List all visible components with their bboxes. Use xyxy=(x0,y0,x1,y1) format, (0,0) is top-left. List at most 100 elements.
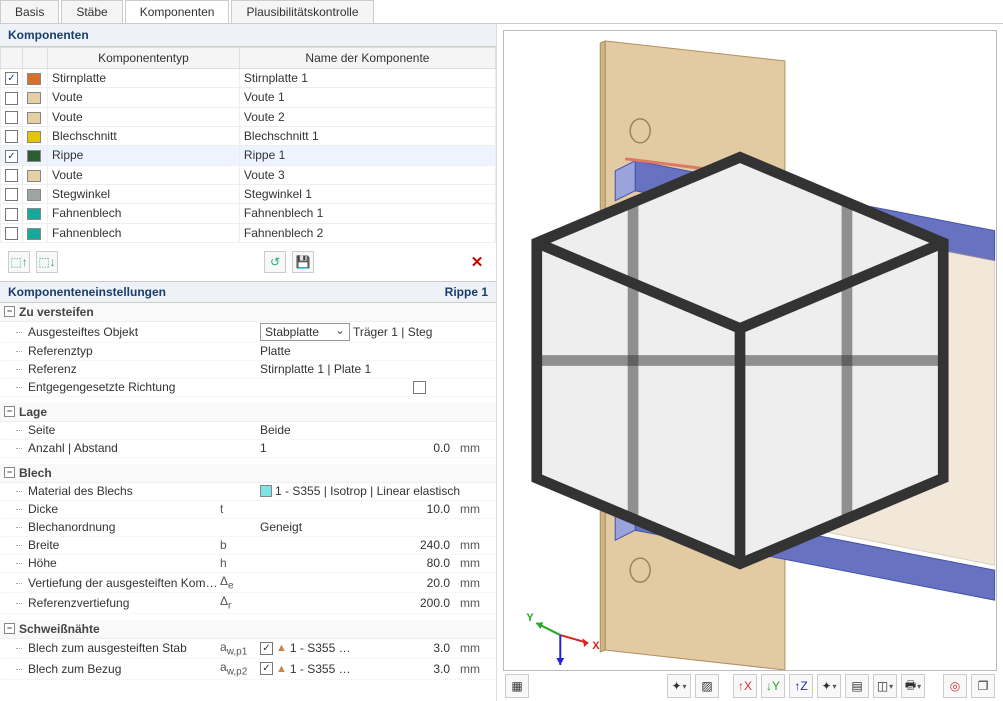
weld-material[interactable]: 1 - S355 … xyxy=(290,662,360,676)
col-type[interactable]: Komponententyp xyxy=(48,48,240,69)
weld-icon: ▲ xyxy=(276,642,287,654)
color-swatch xyxy=(27,170,41,182)
mini-toolbar: ⬚↑ ⬚↓ ↺ 💾 ✕ xyxy=(0,243,496,281)
view-y-button[interactable]: ↓Y xyxy=(761,674,785,698)
prop-row: BlechanordnungGeneigt xyxy=(0,519,496,537)
table-row[interactable]: VouteVoute 1 xyxy=(1,88,496,107)
row-type: Voute xyxy=(48,88,240,107)
row-type: Blechschnitt xyxy=(48,126,240,145)
delete-button[interactable]: ✕ xyxy=(466,251,488,273)
weld-icon: ▲ xyxy=(276,663,287,675)
value-field[interactable]: 10.0 xyxy=(260,502,456,516)
row-name: Blechschnitt 1 xyxy=(239,126,495,145)
new-window-button[interactable]: ❐ xyxy=(971,674,995,698)
row-name: Stegwinkel 1 xyxy=(239,184,495,203)
value-field[interactable]: 240.0 xyxy=(260,538,456,552)
color-swatch xyxy=(27,92,41,104)
save-button[interactable]: 💾 xyxy=(292,251,314,273)
row-type: Stirnplatte xyxy=(48,69,240,88)
prop-row: ReferenzvertiefungΔr200.0mm xyxy=(0,593,496,613)
import-button[interactable]: ↺ xyxy=(264,251,286,273)
print-button[interactable]: 🖶▾ xyxy=(901,674,925,698)
prop-row: Dicket10.0mm xyxy=(0,501,496,519)
shade-button[interactable]: ▨ xyxy=(695,674,719,698)
row-name: Stirnplatte 1 xyxy=(239,69,495,88)
prop-ausgesteiftes-objekt: Ausgesteiftes Objekt Stabplatte Träger 1… xyxy=(0,322,496,343)
color-swatch xyxy=(27,208,41,220)
view-x-button[interactable]: ↑X xyxy=(733,674,757,698)
move-down-button[interactable]: ⬚↓ xyxy=(36,251,58,273)
collapse-icon[interactable]: − xyxy=(4,467,15,478)
material-swatch xyxy=(260,485,272,497)
tab-staebe[interactable]: Stäbe xyxy=(61,0,122,23)
value-field[interactable]: 80.0 xyxy=(260,556,456,570)
table-row[interactable]: BlechschnittBlechschnitt 1 xyxy=(1,126,496,145)
group-weld[interactable]: − Schweißnähte xyxy=(0,620,496,639)
row-checkbox[interactable] xyxy=(5,188,18,201)
axes-button[interactable]: ✦▾ xyxy=(667,674,691,698)
object-dropdown[interactable]: Stabplatte xyxy=(260,323,350,341)
layers-button[interactable]: ▤ xyxy=(845,674,869,698)
view-z-button[interactable]: ↑Z xyxy=(789,674,813,698)
weld-value[interactable]: 3.0 xyxy=(363,641,456,655)
viewport-panel: 1 2 3 4 5 5 4 3 X Y Z xyxy=(497,24,1003,701)
tab-komponenten[interactable]: Komponenten xyxy=(125,0,230,23)
group-lage[interactable]: − Lage xyxy=(0,403,496,422)
color-swatch xyxy=(27,228,41,240)
prop-row: Breiteb240.0mm xyxy=(0,537,496,555)
abstand-value[interactable]: 0.0 xyxy=(270,441,456,455)
row-checkbox[interactable] xyxy=(5,92,18,105)
collapse-icon[interactable]: − xyxy=(4,306,15,317)
row-type: Stegwinkel xyxy=(48,184,240,203)
value-field[interactable]: 20.0 xyxy=(260,576,456,590)
row-checkbox[interactable] xyxy=(5,208,18,221)
table-row[interactable]: StegwinkelStegwinkel 1 xyxy=(1,184,496,203)
prop-row: Blech zum Bezugaw,p2✓▲1 - S355 …3.0mm xyxy=(0,659,496,679)
view-iso-button[interactable]: ✦▾ xyxy=(817,674,841,698)
table-row[interactable]: ✓ StirnplatteStirnplatte 1 xyxy=(1,69,496,88)
tab-basis[interactable]: Basis xyxy=(0,0,59,23)
color-swatch xyxy=(27,189,41,201)
group-stiffen[interactable]: − Zu versteifen xyxy=(0,303,496,322)
row-checkbox[interactable] xyxy=(5,111,18,124)
table-row[interactable]: FahnenblechFahnenblech 1 xyxy=(1,204,496,223)
color-swatch xyxy=(27,73,41,85)
table-row[interactable]: FahnenblechFahnenblech 2 xyxy=(1,223,496,242)
select-mode-button[interactable]: ▦ xyxy=(505,674,529,698)
opposite-checkbox[interactable] xyxy=(413,381,426,394)
prop-row: Blech zum ausgesteiften Stabaw,p1✓▲1 - S… xyxy=(0,639,496,659)
table-row[interactable]: ✓RippeRippe 1 xyxy=(1,146,496,165)
target-button[interactable]: ◎ xyxy=(943,674,967,698)
row-checkbox[interactable] xyxy=(5,227,18,240)
move-up-button[interactable]: ⬚↑ xyxy=(8,251,30,273)
components-table: Komponententyp Name der Komponente ✓ Stir… xyxy=(0,47,496,243)
row-name: Voute 1 xyxy=(239,88,495,107)
row-checkbox[interactable] xyxy=(5,169,18,182)
weld-checkbox[interactable]: ✓ xyxy=(260,642,273,655)
view-cube-icon[interactable] xyxy=(503,41,986,671)
value-field[interactable]: 200.0 xyxy=(260,596,456,610)
row-name: Voute 3 xyxy=(239,165,495,184)
prop-row: Vertiefung der ausgesteiften Kom…Δe20.0m… xyxy=(0,573,496,593)
box-button[interactable]: ◫▾ xyxy=(873,674,897,698)
row-name: Fahnenblech 1 xyxy=(239,204,495,223)
row-type: Fahnenblech xyxy=(48,204,240,223)
viewport[interactable]: 1 2 3 4 5 5 4 3 X Y Z xyxy=(503,30,997,671)
weld-material[interactable]: 1 - S355 … xyxy=(290,641,360,655)
weld-value[interactable]: 3.0 xyxy=(363,662,456,676)
row-checkbox[interactable]: ✓ xyxy=(5,72,18,85)
components-title: Komponenten xyxy=(0,24,496,47)
col-name[interactable]: Name der Komponente xyxy=(239,48,495,69)
row-checkbox[interactable] xyxy=(5,130,18,143)
group-blech[interactable]: − Blech xyxy=(0,464,496,483)
view-toolbar: ▦ ✦▾ ▨ ↑X ↓Y ↑Z ✦▾ ▤ ◫▾ 🖶▾ ◎ ❐ xyxy=(505,673,995,699)
weld-checkbox[interactable]: ✓ xyxy=(260,662,273,675)
properties-area: − Zu versteifen Ausgesteiftes Objekt Sta… xyxy=(0,303,496,701)
settings-selected: Rippe 1 xyxy=(445,285,488,299)
table-row[interactable]: VouteVoute 2 xyxy=(1,107,496,126)
row-checkbox[interactable]: ✓ xyxy=(5,150,18,163)
collapse-icon[interactable]: − xyxy=(4,623,15,634)
tab-plausibilitaet[interactable]: Plausibilitätskontrolle xyxy=(231,0,373,23)
collapse-icon[interactable]: − xyxy=(4,406,15,417)
table-row[interactable]: VouteVoute 3 xyxy=(1,165,496,184)
